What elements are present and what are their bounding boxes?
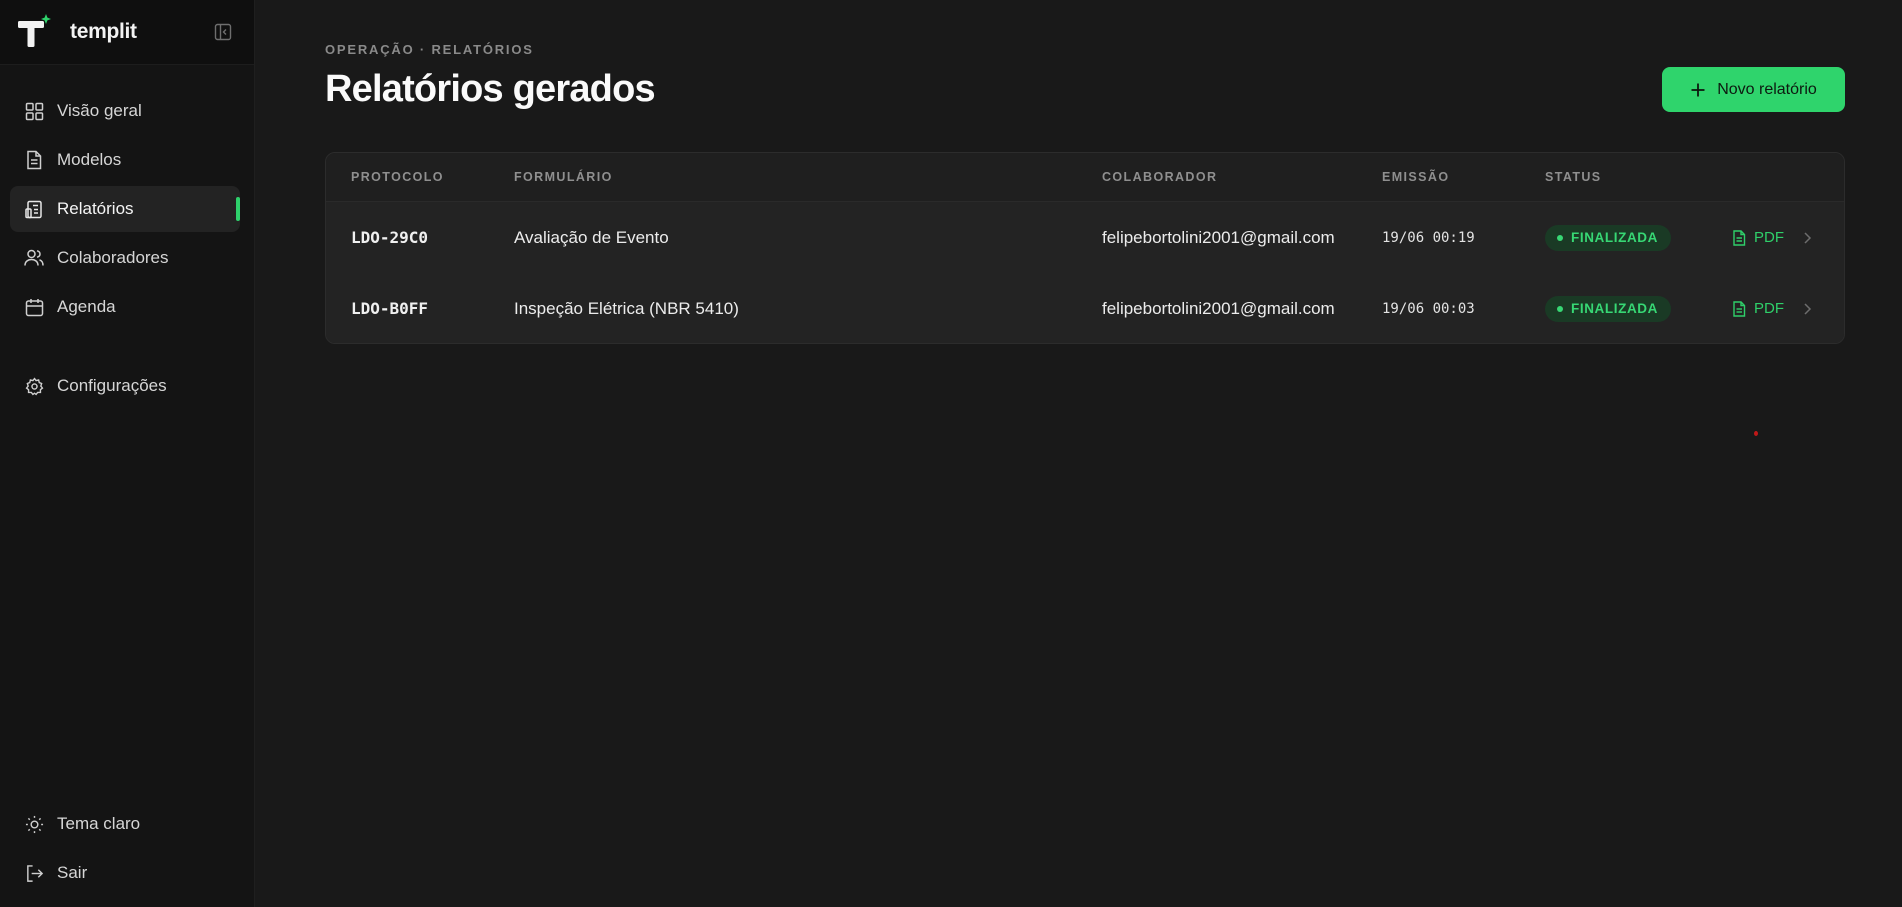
sidebar-collapse-icon bbox=[214, 23, 232, 41]
pdf-cell: PDF bbox=[1732, 273, 1784, 343]
logout-icon bbox=[24, 863, 44, 883]
table-row[interactable]: LDO-B0FF Inspeção Elétrica (NBR 5410) fe… bbox=[326, 273, 1844, 343]
form-cell: Avaliação de Evento bbox=[514, 227, 669, 247]
grid-icon bbox=[24, 101, 44, 121]
chevron-right-icon bbox=[1804, 231, 1812, 244]
pdf-label: PDF bbox=[1754, 300, 1784, 317]
table-header: PROTOCOLO FORMULÁRIO COLABORADOR EMISSÃO… bbox=[326, 153, 1844, 202]
sidebar-item-label: Tema claro bbox=[57, 814, 141, 833]
collaborator-cell: felipebortolini2001@gmail.com bbox=[1102, 227, 1335, 247]
status-text: FINALIZADA bbox=[1571, 230, 1658, 245]
sidebar-item-label: Colaboradores bbox=[57, 248, 169, 267]
status-badge: FINALIZADA bbox=[1545, 295, 1671, 322]
open-row-button[interactable] bbox=[1802, 273, 1812, 343]
status-dot-icon bbox=[1557, 234, 1563, 241]
column-header-status: STATUS bbox=[1545, 170, 1602, 184]
column-header-emissao: EMISSÃO bbox=[1382, 170, 1450, 184]
issued-cell: 19/06 00:19 bbox=[1382, 229, 1475, 246]
open-row-button[interactable] bbox=[1802, 202, 1812, 273]
table-row[interactable]: LDO-29C0 Avaliação de Evento felipeborto… bbox=[326, 202, 1844, 273]
sidebar: templit Visão geral Modelos Relatórios C… bbox=[0, 0, 255, 907]
pdf-download-link[interactable]: PDF bbox=[1732, 300, 1784, 317]
sidebar-item-configuracoes[interactable]: Configurações bbox=[10, 363, 244, 409]
templit-logo[interactable] bbox=[16, 12, 56, 52]
calendar-icon bbox=[24, 297, 44, 317]
status-text: FINALIZADA bbox=[1571, 301, 1658, 316]
file-icon bbox=[1733, 229, 1746, 246]
sidebar-item-label: Agenda bbox=[57, 297, 116, 316]
breadcrumb: OPERAÇÃO · RELATÓRIOS bbox=[325, 42, 534, 57]
issued-cell: 19/06 00:03 bbox=[1382, 300, 1475, 317]
main-nav: Visão geral Modelos Relatórios Colaborad… bbox=[0, 65, 254, 409]
sidebar-item-visao-geral[interactable]: Visão geral bbox=[10, 88, 244, 134]
report-icon bbox=[24, 199, 44, 219]
collapse-sidebar-button[interactable] bbox=[212, 21, 234, 43]
sun-icon bbox=[24, 814, 44, 834]
sidebar-item-label: Relatórios bbox=[57, 199, 134, 218]
active-indicator bbox=[236, 197, 240, 221]
sidebar-item-label: Modelos bbox=[57, 150, 122, 169]
cursor-marker bbox=[1754, 431, 1758, 436]
logout-button[interactable]: Sair bbox=[10, 850, 244, 896]
pdf-cell: PDF bbox=[1732, 202, 1784, 273]
reports-table: PROTOCOLO FORMULÁRIO COLABORADOR EMISSÃO… bbox=[325, 152, 1845, 344]
brand-name: templit bbox=[70, 20, 137, 43]
pdf-label: PDF bbox=[1754, 229, 1784, 246]
sidebar-item-colaboradores[interactable]: Colaboradores bbox=[10, 235, 244, 281]
status-cell: FINALIZADA bbox=[1545, 273, 1671, 343]
sidebar-item-modelos[interactable]: Modelos bbox=[10, 137, 244, 183]
status-badge: FINALIZADA bbox=[1545, 224, 1671, 251]
sidebar-item-label: Visão geral bbox=[57, 101, 142, 120]
pdf-download-link[interactable]: PDF bbox=[1732, 229, 1784, 246]
theme-toggle-button[interactable]: Tema claro bbox=[10, 801, 244, 847]
column-header-formulario: FORMULÁRIO bbox=[514, 170, 613, 184]
sidebar-footer: Tema claro Sair bbox=[0, 798, 254, 899]
document-icon bbox=[24, 150, 44, 170]
column-header-colaborador: COLABORADOR bbox=[1102, 170, 1218, 184]
users-icon bbox=[24, 248, 44, 268]
collaborator-cell: felipebortolini2001@gmail.com bbox=[1102, 298, 1335, 318]
file-icon bbox=[1733, 300, 1746, 317]
form-cell: Inspeção Elétrica (NBR 5410) bbox=[514, 298, 739, 318]
status-dot-icon bbox=[1557, 305, 1563, 312]
gear-icon bbox=[24, 376, 44, 396]
sidebar-item-agenda[interactable]: Agenda bbox=[10, 284, 244, 330]
new-report-label: Novo relatório bbox=[1717, 80, 1817, 98]
chevron-right-icon bbox=[1804, 302, 1812, 315]
sidebar-item-label: Sair bbox=[57, 863, 88, 882]
sidebar-item-label: Configurações bbox=[57, 376, 167, 395]
protocol-cell: LDO-29C0 bbox=[351, 228, 429, 247]
status-cell: FINALIZADA bbox=[1545, 202, 1671, 273]
sidebar-item-relatorios[interactable]: Relatórios bbox=[10, 186, 240, 232]
page-title: Relatórios gerados bbox=[325, 68, 656, 110]
new-report-button[interactable]: Novo relatório bbox=[1662, 67, 1845, 112]
plus-icon bbox=[1691, 83, 1705, 96]
column-header-protocolo: PROTOCOLO bbox=[351, 170, 444, 184]
brand-header: templit bbox=[0, 0, 254, 65]
protocol-cell: LDO-B0FF bbox=[351, 299, 429, 318]
